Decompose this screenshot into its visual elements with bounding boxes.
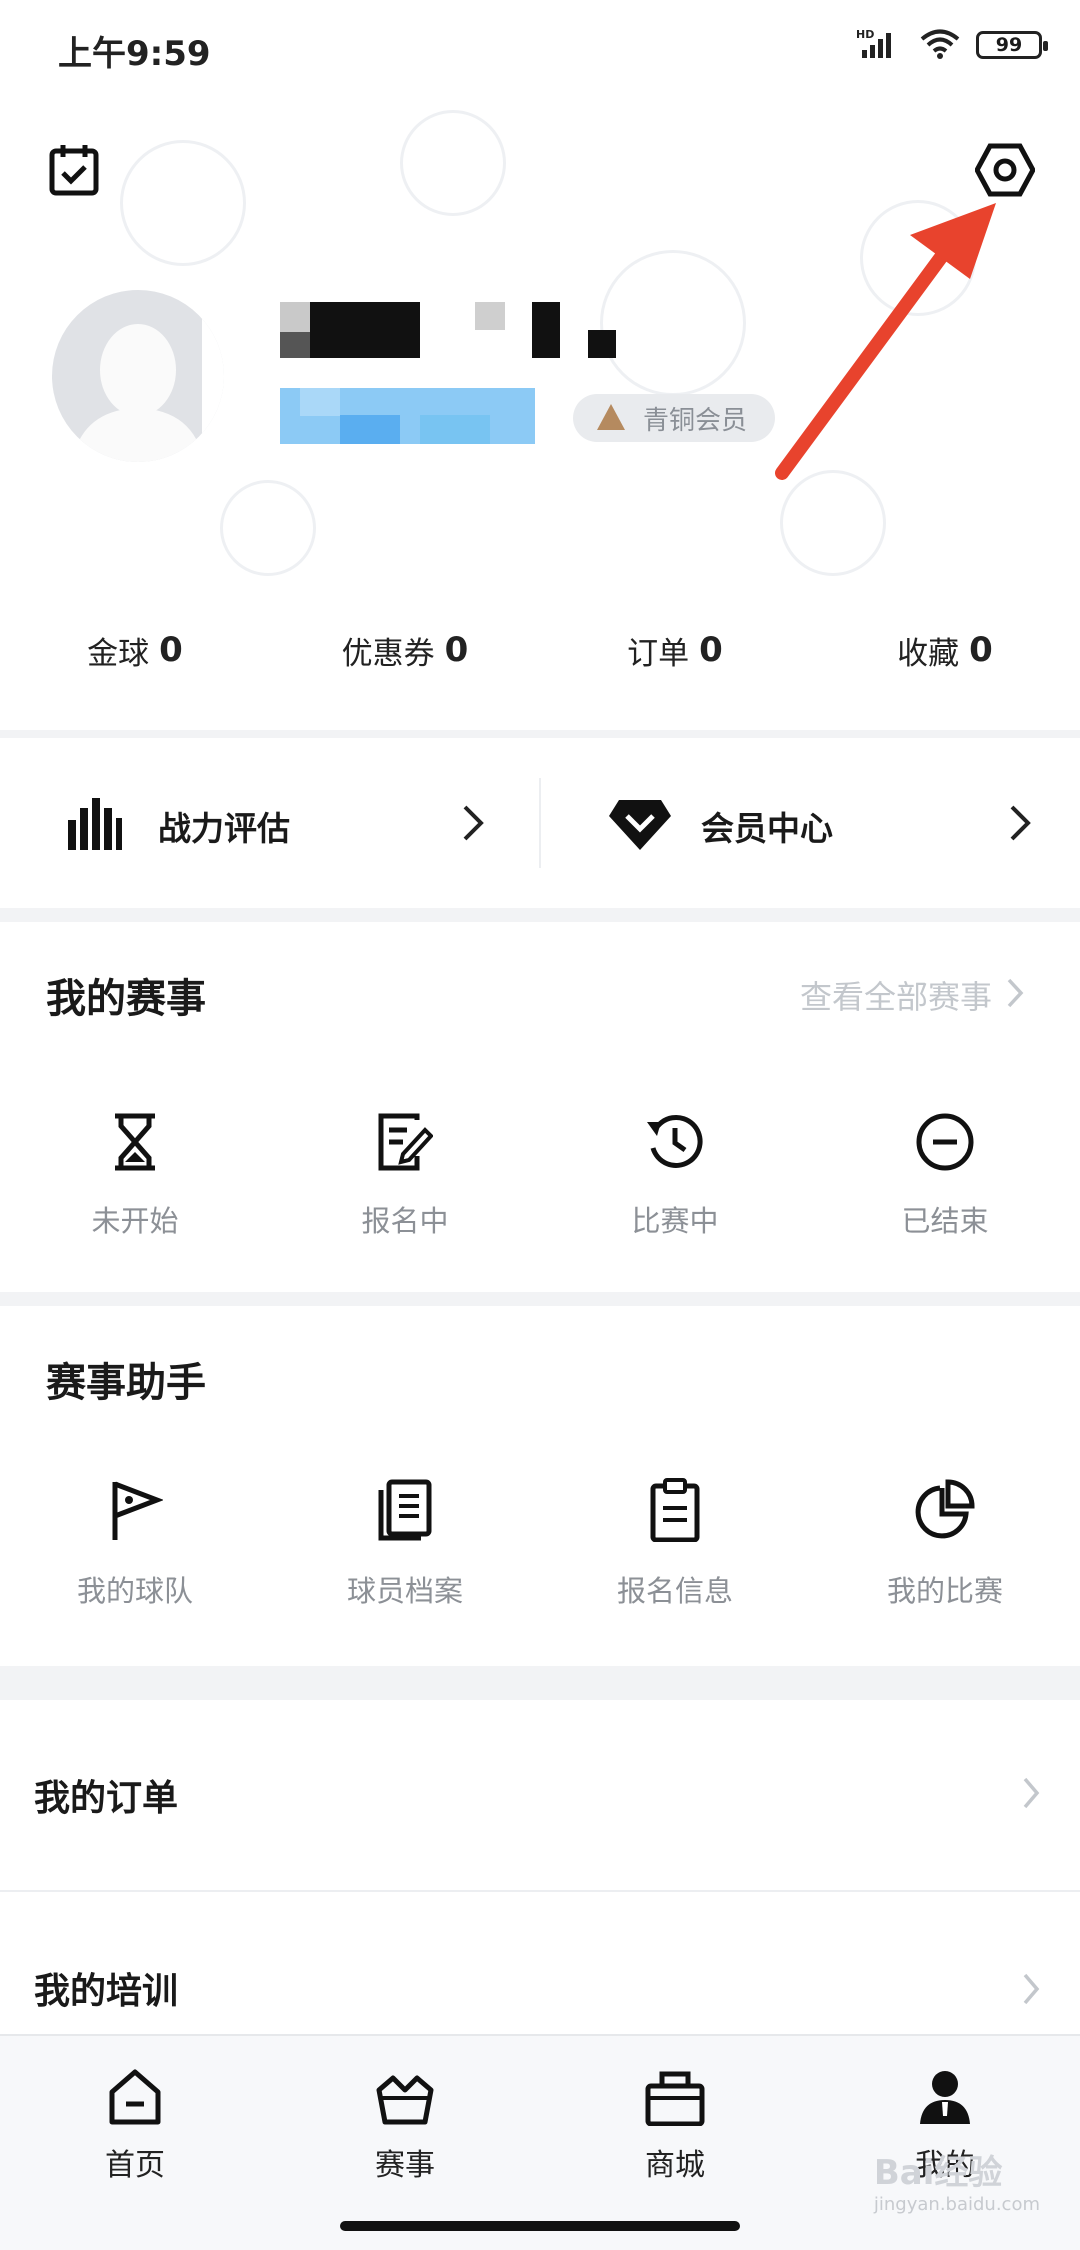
stat-value: 0 xyxy=(159,630,183,670)
minus-circle-icon xyxy=(915,1112,975,1176)
watermark-text: Bai经验 xyxy=(873,2153,1003,2193)
member-center-label: 会员中心 xyxy=(701,809,833,848)
chevron-right-icon xyxy=(1022,1972,1040,2010)
archive-icon xyxy=(377,1478,433,1546)
background-pattern xyxy=(220,480,316,576)
member-center-button[interactable]: 会员中心 xyxy=(541,738,1080,908)
background-pattern xyxy=(400,110,506,216)
status-label: 报名中 xyxy=(361,1204,449,1238)
crown-basket-icon xyxy=(373,2068,437,2130)
power-assessment-button[interactable]: 战力评估 xyxy=(0,738,539,908)
chevron-right-icon xyxy=(1006,977,1024,1013)
stat-value: 0 xyxy=(969,630,993,670)
status-time: 上午9:59 xyxy=(58,34,211,74)
background-pattern xyxy=(780,470,886,576)
shopping-bag-icon xyxy=(644,2068,706,2130)
bar-chart-icon xyxy=(66,798,122,854)
background-pattern xyxy=(120,140,246,266)
edit-note-icon xyxy=(377,1112,434,1176)
player-archive-button[interactable]: 球员档案 xyxy=(270,1478,540,1610)
stat-label: 金球 xyxy=(87,635,150,672)
assistant-label: 我的比赛 xyxy=(886,1574,1003,1608)
flag-icon xyxy=(107,1478,165,1546)
my-matches-button[interactable]: 我的比赛 xyxy=(810,1478,1080,1610)
my-orders-item[interactable]: 我的订单 xyxy=(0,1700,1080,1890)
status-label: 比赛中 xyxy=(631,1204,719,1238)
stat-value: 0 xyxy=(699,630,723,670)
event-status-grid: 未开始 报名中 比赛中 已结束 xyxy=(0,1112,1080,1240)
user-icon xyxy=(916,2068,974,2130)
signal-icon: HD xyxy=(856,26,904,64)
network-type-label: HD xyxy=(856,28,874,41)
stat-gold-ball[interactable]: 金球 0 xyxy=(0,620,270,680)
tab-label: 赛事 xyxy=(375,2148,435,2183)
stat-label: 订单 xyxy=(627,635,690,672)
watermark-sub: jingyan.baidu.com xyxy=(873,2194,1040,2215)
status-not-started[interactable]: 未开始 xyxy=(0,1112,270,1240)
tab-home[interactable]: 首页 xyxy=(0,2036,270,2250)
baidu-watermark: Bai经验 jingyan.baidu.com xyxy=(874,2145,1040,2215)
history-clock-icon xyxy=(645,1112,705,1176)
stat-favorites[interactable]: 收藏 0 xyxy=(810,620,1080,680)
my-orders-label: 我的订单 xyxy=(34,1778,179,1819)
stat-label: 收藏 xyxy=(897,635,960,672)
clipboard-icon xyxy=(647,1478,703,1546)
member-badge-label: 青铜会员 xyxy=(643,405,748,436)
bronze-badge-icon xyxy=(597,404,625,430)
tab-label: 商城 xyxy=(645,2148,705,2183)
avatar[interactable] xyxy=(52,290,224,462)
assistant-label: 报名信息 xyxy=(616,1574,733,1608)
status-registering[interactable]: 报名中 xyxy=(270,1112,540,1240)
stat-coupon[interactable]: 优惠券 0 xyxy=(270,620,540,680)
my-training-label: 我的培训 xyxy=(34,1971,179,2012)
stat-label: 优惠券 xyxy=(341,635,435,672)
member-badge[interactable]: 青铜会员 xyxy=(573,394,776,442)
my-team-button[interactable]: 我的球队 xyxy=(0,1478,270,1610)
assistant-label: 我的球队 xyxy=(76,1574,193,1608)
diamond-icon xyxy=(609,798,671,854)
power-assessment-label: 战力评估 xyxy=(158,809,290,848)
status-label: 未开始 xyxy=(91,1204,179,1238)
home-icon xyxy=(106,2068,164,2130)
my-events-card: 我的赛事 查看全部赛事 未开始 报名中 比赛中 已结束 xyxy=(0,922,1080,1292)
annotation-arrow xyxy=(775,203,996,480)
settings-gear-icon[interactable] xyxy=(970,138,1040,202)
event-assistant-card: 赛事助手 我的球队 球员档案 报名信息 我的比赛 xyxy=(0,1306,1080,1666)
home-indicator[interactable] xyxy=(340,2221,740,2231)
assistant-title: 赛事助手 xyxy=(46,1360,206,1406)
pie-chart-icon xyxy=(914,1478,976,1546)
my-training-item[interactable]: 我的培训 xyxy=(0,1892,1080,2034)
stat-value: 0 xyxy=(444,630,469,670)
status-icons: HD 99 xyxy=(856,26,1048,64)
my-events-title: 我的赛事 xyxy=(46,976,206,1022)
view-all-events-link[interactable]: 查看全部赛事 xyxy=(800,972,1024,1018)
tab-label: 首页 xyxy=(105,2148,165,2183)
assistant-label: 球员档案 xyxy=(346,1574,463,1608)
battery-indicator: 99 xyxy=(976,31,1048,59)
chevron-right-icon xyxy=(1022,1776,1040,1814)
chevron-right-icon xyxy=(462,804,484,846)
wifi-icon xyxy=(918,26,962,64)
tab-events[interactable]: 赛事 xyxy=(270,2036,540,2250)
background-pattern xyxy=(600,250,746,396)
stat-orders[interactable]: 订单 0 xyxy=(540,620,810,680)
status-in-progress[interactable]: 比赛中 xyxy=(540,1112,810,1240)
calendar-check-icon[interactable] xyxy=(44,140,104,200)
hourglass-icon xyxy=(109,1112,161,1176)
bottom-tab-bar: 首页 赛事 商城 我的 xyxy=(0,2034,1080,2250)
tab-shop[interactable]: 商城 xyxy=(540,2036,810,2250)
view-all-events-label: 查看全部赛事 xyxy=(799,978,992,1016)
stats-row: 金球 0 优惠券 0 订单 0 收藏 0 xyxy=(0,620,1080,680)
tab-mine[interactable]: 我的 xyxy=(810,2036,1080,2250)
assistant-grid: 我的球队 球员档案 报名信息 我的比赛 xyxy=(0,1478,1080,1610)
status-label: 已结束 xyxy=(901,1204,989,1238)
registration-info-button[interactable]: 报名信息 xyxy=(540,1478,810,1610)
status-ended[interactable]: 已结束 xyxy=(810,1112,1080,1240)
chevron-right-icon xyxy=(1009,804,1031,846)
quick-links-card: 战力评估 会员中心 xyxy=(0,738,1080,908)
